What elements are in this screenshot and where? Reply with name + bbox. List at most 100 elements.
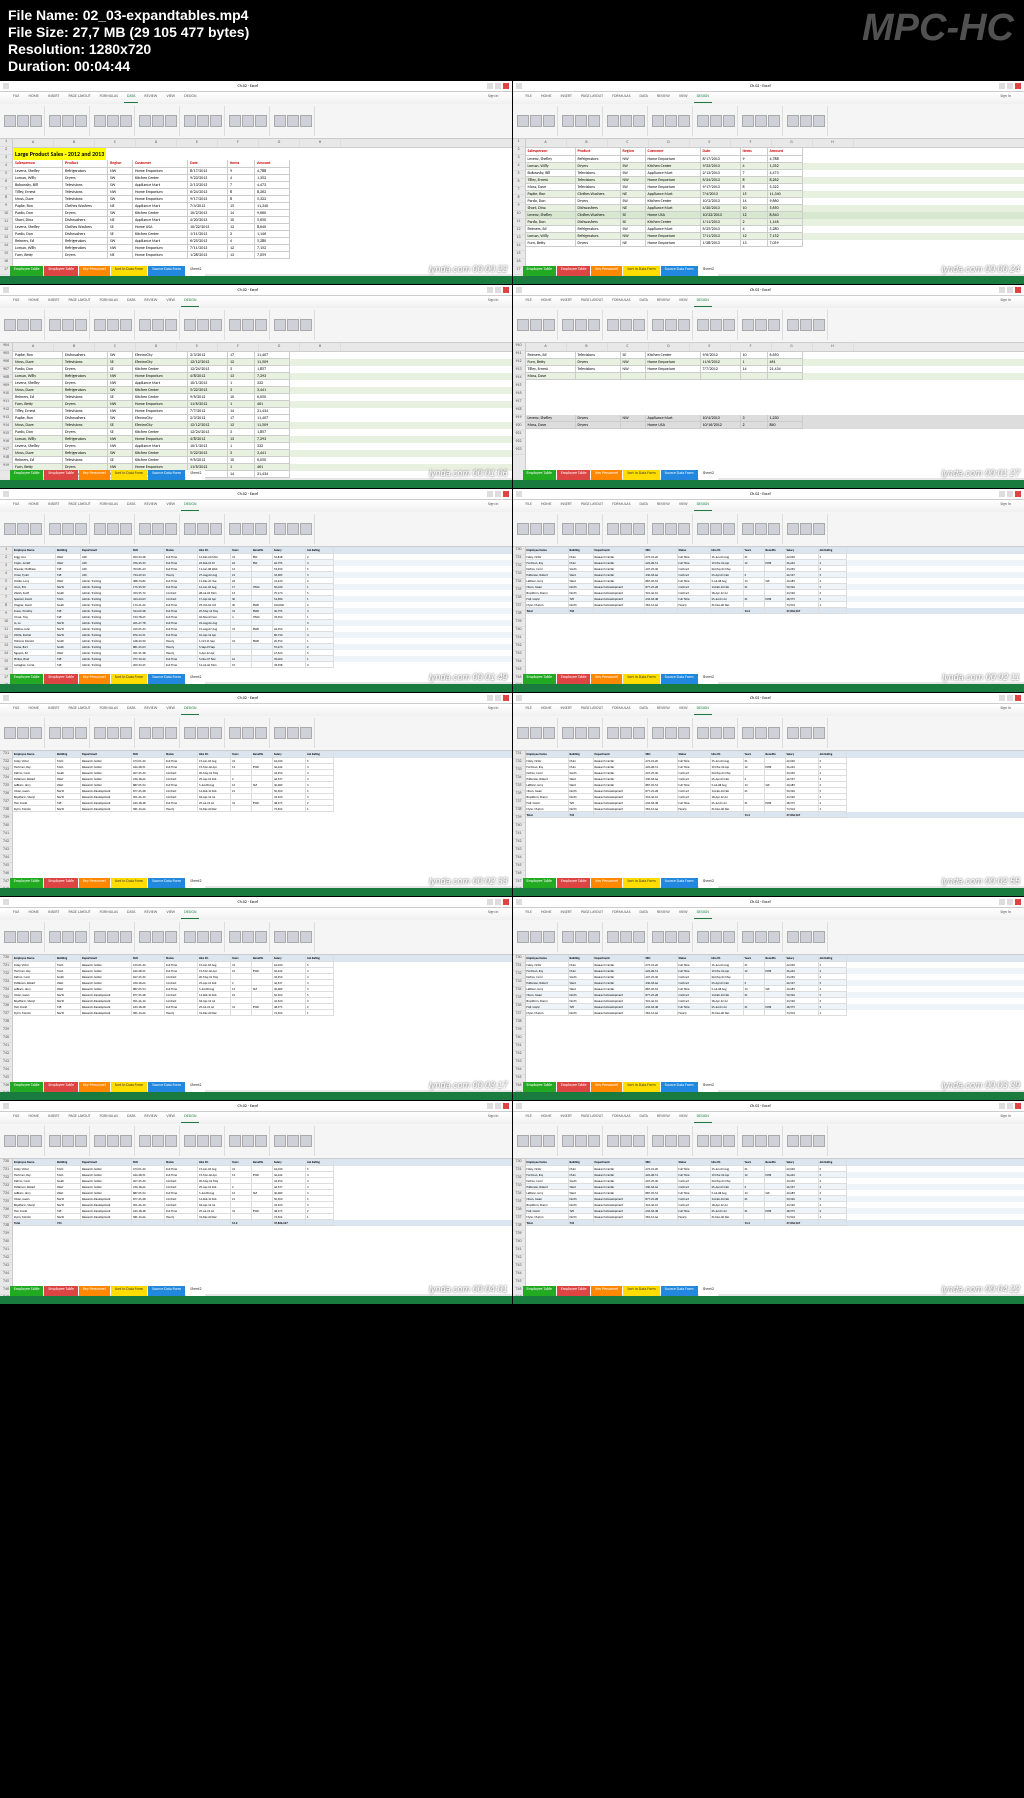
th[interactable]: Status	[165, 751, 198, 758]
row-num[interactable]: 3	[0, 155, 12, 163]
close-btn[interactable]	[503, 695, 509, 701]
cell[interactable]: SW	[621, 226, 646, 233]
ribbon-button[interactable]	[588, 523, 600, 535]
cell[interactable]	[231, 1010, 252, 1016]
cell[interactable]: SE	[621, 219, 646, 226]
cell[interactable]: Televisions	[576, 184, 621, 191]
th[interactable]: Items	[741, 148, 768, 156]
th[interactable]: Employee Name	[13, 751, 56, 758]
row-num[interactable]: 735	[513, 995, 525, 1003]
ribbon-button[interactable]	[94, 115, 106, 127]
cell[interactable]: Reimers, Ed	[13, 394, 63, 401]
cell[interactable]: 5,650	[768, 205, 803, 212]
ribbon-button[interactable]	[30, 931, 42, 943]
row-num[interactable]: 3	[0, 563, 12, 571]
row-num[interactable]: 14	[513, 243, 525, 251]
cell[interactable]	[621, 422, 646, 429]
ribbon-button[interactable]	[620, 931, 632, 943]
ribbon-button[interactable]	[152, 523, 164, 535]
ribbon-button[interactable]	[242, 1135, 254, 1147]
row-num[interactable]: 736	[513, 791, 525, 799]
row-num[interactable]: 923	[513, 447, 525, 455]
th[interactable]: Hire Dt.	[198, 547, 231, 554]
ribbon-button[interactable]	[17, 1135, 29, 1147]
row-num[interactable]: 3	[513, 155, 525, 163]
sheet-tab[interactable]: Employee Table	[523, 1082, 556, 1092]
cell[interactable]: Kitchen Center	[133, 175, 188, 182]
ribbon-button[interactable]	[94, 523, 106, 535]
cell[interactable]: SE	[108, 224, 133, 231]
row-num[interactable]: 745	[0, 863, 12, 871]
sheet-tab[interactable]: Employee Table	[10, 674, 43, 684]
ribbon-button[interactable]	[813, 523, 825, 535]
th[interactable]: Department	[81, 955, 132, 962]
table-row[interactable]: Reimers, EdRefrigeratorsSWAppliance Mart…	[526, 226, 1024, 233]
ribbon-button[interactable]	[697, 115, 709, 127]
row-num[interactable]: 742	[513, 643, 525, 651]
row-num[interactable]: 734	[0, 775, 12, 783]
cell[interactable]: 5,280	[255, 238, 290, 245]
ribbon-button[interactable]	[710, 931, 722, 943]
ribbon-tab[interactable]: PAGE LAYOUT	[65, 501, 93, 511]
ribbon-tab[interactable]: HOME	[538, 909, 555, 919]
max-btn[interactable]	[1007, 899, 1013, 905]
ribbon-button[interactable]	[242, 727, 254, 739]
cell[interactable]: 1	[228, 380, 255, 387]
sheet-tab[interactable]: Employee Table	[44, 878, 77, 888]
ribbon-tab[interactable]: DATA	[124, 93, 138, 103]
cell[interactable]: SE	[108, 422, 133, 429]
row-num[interactable]: 1	[513, 139, 525, 147]
row-num[interactable]: 733	[0, 767, 12, 775]
th[interactable]: Department	[81, 547, 132, 554]
table-row[interactable]: Moss, Dave	[526, 373, 1024, 380]
th[interactable]: Department	[594, 955, 645, 962]
cell[interactable]: SW	[108, 415, 133, 422]
cell[interactable]: 15	[741, 191, 768, 198]
cell[interactable]	[576, 373, 621, 380]
ribbon-tab[interactable]: DESIGN	[181, 909, 199, 919]
ribbon-tab[interactable]: FORMULAS	[609, 93, 633, 103]
row-num[interactable]: 743	[513, 651, 525, 659]
th[interactable]: Status	[678, 1159, 711, 1166]
row-num[interactable]: 739	[0, 815, 12, 823]
cell[interactable]: 1	[228, 443, 255, 450]
col-head[interactable]: E	[177, 139, 218, 147]
ribbon-button[interactable]	[652, 523, 664, 535]
cell[interactable]: 4	[741, 226, 768, 233]
col-head[interactable]: H	[300, 343, 341, 351]
cell[interactable]: 1,146	[255, 231, 290, 238]
ribbon-tab[interactable]: DESIGN	[181, 1113, 199, 1123]
row-num[interactable]: 741	[0, 1247, 12, 1255]
cell[interactable]: Televisions	[63, 408, 108, 415]
cell[interactable]: Refrigerators	[63, 387, 108, 394]
row-num[interactable]: 912	[513, 359, 525, 367]
sheet-tab[interactable]: Employee Table	[557, 878, 590, 888]
ribbon-tab[interactable]: REVIEW	[141, 909, 160, 919]
th[interactable]: Years	[231, 1159, 252, 1166]
row-num[interactable]: 738	[0, 1019, 12, 1027]
row-num[interactable]: 6	[513, 179, 525, 187]
cell[interactable]: SW	[621, 170, 646, 177]
cell[interactable]: 3	[228, 366, 255, 373]
sheet-tab[interactable]: Source Data Form	[661, 878, 698, 888]
ribbon-button[interactable]	[562, 523, 574, 535]
cell[interactable]: Appliance Mart	[133, 443, 188, 450]
row-num[interactable]: 732	[513, 759, 525, 767]
worksheet[interactable]: 7307317327337347357367377387397407417427…	[513, 547, 1024, 682]
ribbon-button[interactable]	[210, 727, 222, 739]
ribbon-button[interactable]	[274, 727, 286, 739]
worksheet[interactable]: 1234567891011121314151617ABCDEFGHSalespe…	[513, 139, 1024, 274]
row-num[interactable]: 5	[513, 171, 525, 179]
row-num[interactable]: 738	[513, 1223, 525, 1231]
table-row[interactable]: Moss, DaveTelevisionsSWHome Emporium9/17…	[13, 196, 512, 203]
col-head[interactable]: A	[13, 343, 54, 351]
th[interactable]: Job Rating	[306, 955, 334, 962]
worksheet[interactable]: 7307317327337347357367377387397407417427…	[0, 955, 512, 1090]
table-row[interactable]: Pardo, DonDryersSEKitchen Center12/24/20…	[13, 429, 512, 436]
cell[interactable]: Refrigerators	[576, 233, 621, 240]
ribbon-button[interactable]	[530, 523, 542, 535]
sheet-tab[interactable]: Employee Table	[523, 878, 556, 888]
ribbon-button[interactable]	[4, 115, 16, 127]
table-row[interactable]: Papke, RonClothes WashersNEAppliance Mar…	[526, 191, 1024, 198]
th[interactable]: SSN	[645, 547, 678, 554]
